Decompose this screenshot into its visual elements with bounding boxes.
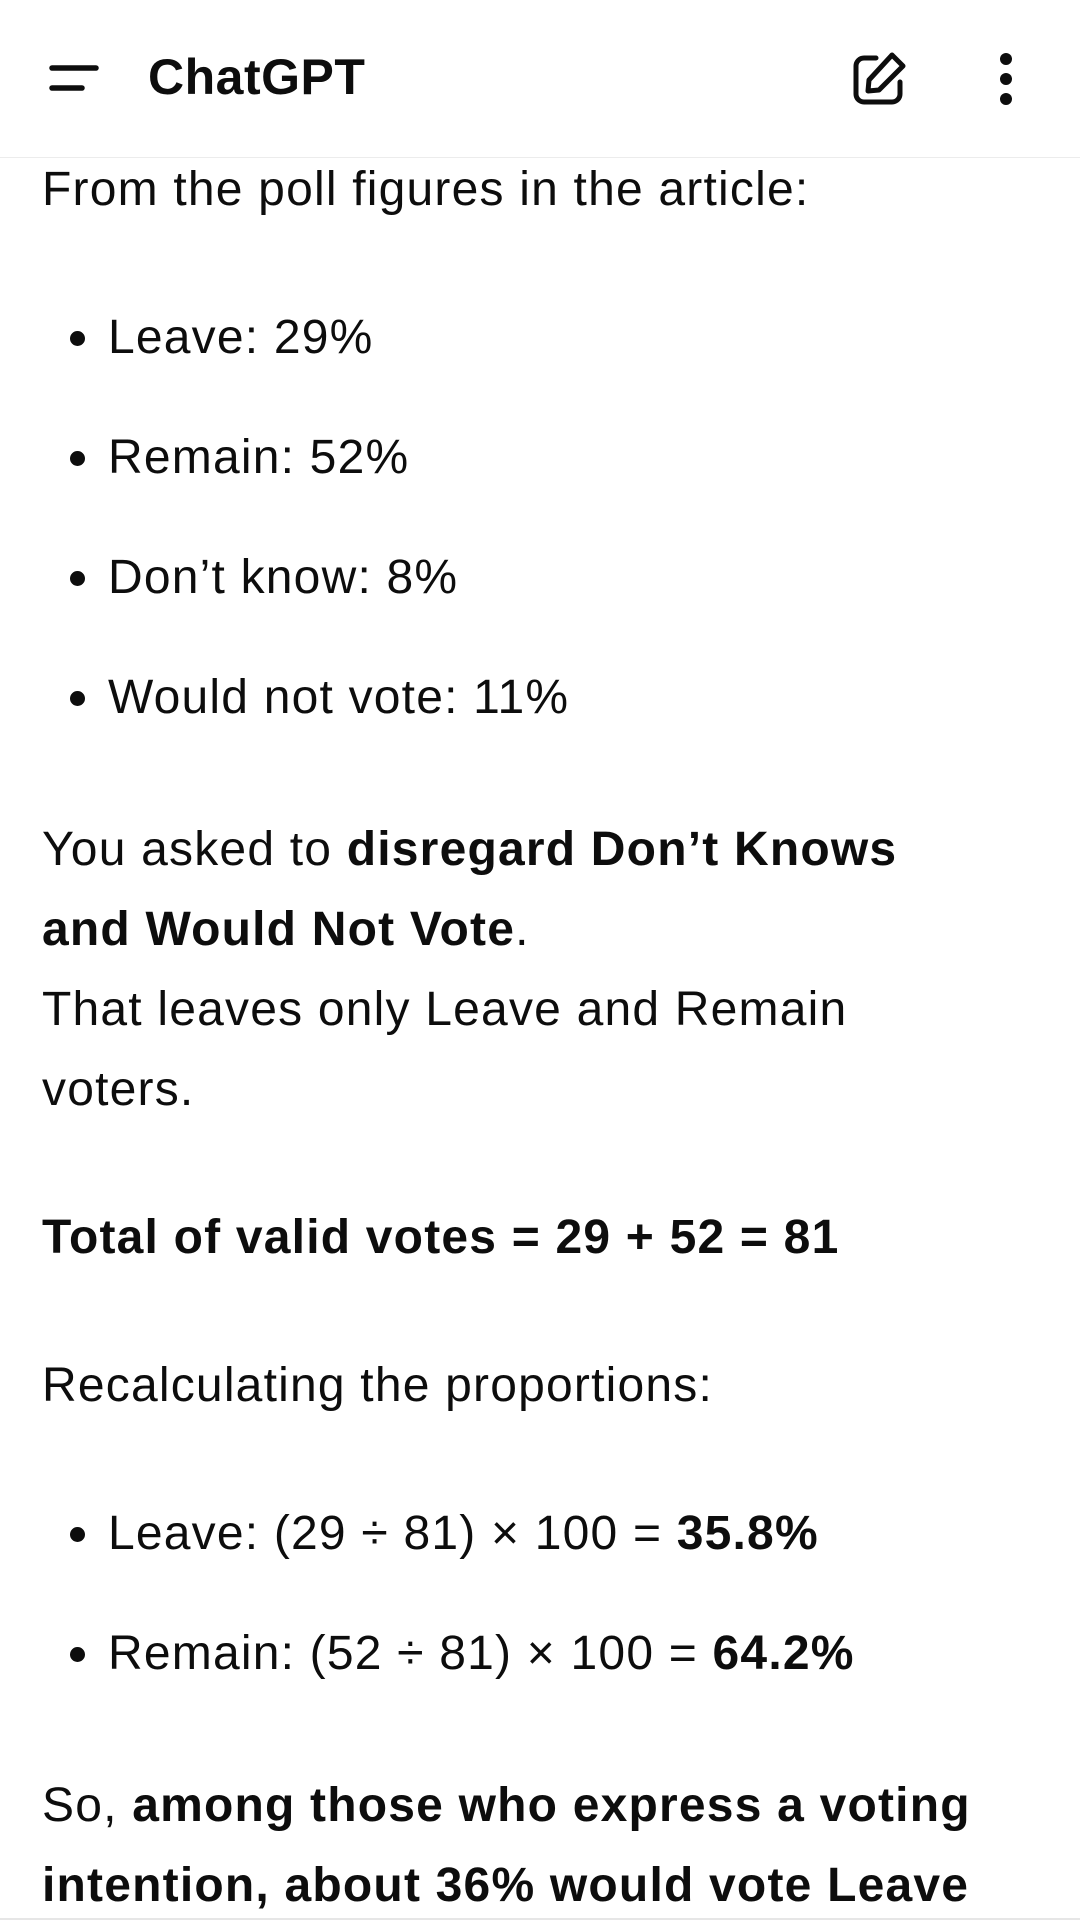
menu-icon[interactable] xyxy=(40,48,108,106)
leaves-text-cont: voters. xyxy=(42,1063,195,1116)
conclusion-text: So, among those who express a voting xyxy=(42,1779,971,1832)
divider xyxy=(0,1918,1080,1920)
total-votes: Total of valid votes = 29 + 52 = 81 xyxy=(42,1211,840,1264)
conclusion-text-cont: intention, about 36% would vote Leave xyxy=(42,1859,970,1912)
recalc-heading: Recalculating the proportions: xyxy=(42,1359,714,1412)
app-header: ChatGPT xyxy=(0,0,1080,158)
bullet-icon xyxy=(70,1527,85,1542)
disregard-paragraph-cont: and Would Not Vote. xyxy=(42,903,530,956)
bullet-icon xyxy=(70,451,85,466)
intro-text: From the poll figures in the article: xyxy=(42,163,810,216)
bullet-icon xyxy=(70,691,85,706)
new-chat-icon[interactable] xyxy=(846,46,912,112)
bullet-icon xyxy=(70,331,85,346)
more-vertical-icon[interactable] xyxy=(978,46,1034,112)
app-title: ChatGPT xyxy=(148,49,366,105)
leaves-text: That leaves only Leave and Remain xyxy=(42,983,848,1036)
bullet-icon xyxy=(70,571,85,586)
bullet-icon xyxy=(70,1647,85,1662)
disregard-paragraph: You asked to disregard Don’t Knows xyxy=(42,823,898,876)
